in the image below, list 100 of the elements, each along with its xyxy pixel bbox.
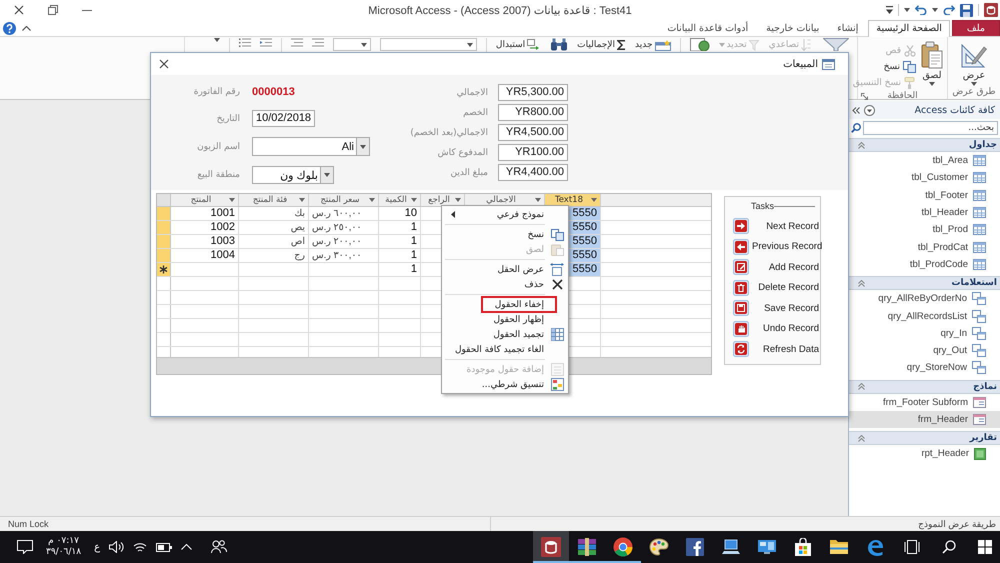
menu-item[interactable]: تجميد الحقول — [443, 327, 567, 342]
indent-icon[interactable] — [260, 38, 272, 47]
asterisk-icon — [159, 265, 168, 274]
column-header[interactable]: الكمية — [379, 194, 421, 206]
caret-icon[interactable] — [214, 38, 220, 42]
dropdown-button[interactable] — [356, 138, 369, 155]
task-view-icon[interactable] — [904, 540, 920, 554]
combo-box[interactable]: بلوك ون — [252, 166, 334, 184]
binoculars-icon[interactable] — [550, 38, 568, 51]
nav-item[interactable]: qry_StoreNow — [849, 359, 1000, 377]
nav-group-header[interactable]: تقارير — [849, 431, 1000, 446]
search-icon[interactable] — [851, 123, 861, 133]
ribbon-button[interactable]: عرض — [958, 40, 990, 87]
nav-item[interactable]: tbl_ProdCat — [849, 238, 1000, 256]
dropdown-circle-icon[interactable] — [864, 104, 875, 116]
ribbon-tab[interactable]: بيانات خارجية — [758, 20, 828, 36]
search-icon[interactable] — [942, 540, 956, 554]
chevron-up-icon[interactable] — [22, 26, 31, 30]
wifi-icon[interactable] — [133, 542, 148, 552]
caret-icon[interactable] — [904, 8, 910, 12]
task-button[interactable]: Undo Record — [733, 318, 819, 339]
ribbon-button[interactable]: نسخ — [852, 59, 916, 75]
help-icon[interactable] — [3, 22, 16, 34]
nav-item[interactable]: tbl_Footer — [849, 186, 1000, 204]
dropdown-field[interactable] — [380, 38, 477, 51]
close-icon[interactable] — [14, 5, 24, 15]
text-field[interactable]: 10/02/2018 — [252, 110, 315, 127]
ribbon-button[interactable]: جديد — [634, 38, 671, 52]
menu-item[interactable]: تنسيق شرطي... — [443, 377, 567, 392]
align-icon[interactable] — [290, 38, 303, 47]
record-selector[interactable] — [157, 263, 171, 276]
nav-item[interactable]: tbl_Area — [849, 152, 1000, 170]
caret-icon — [360, 144, 366, 148]
document-icon[interactable] — [690, 38, 710, 51]
restore-icon[interactable] — [48, 5, 58, 15]
language-indicator[interactable]: ع — [94, 542, 100, 552]
undo-icon[interactable] — [915, 5, 927, 15]
currency-field[interactable]: YR4,500.00 — [498, 124, 568, 141]
ribbon-tab[interactable]: إنشاء — [829, 20, 866, 36]
nav-item[interactable]: tbl_Prod — [849, 221, 1000, 238]
menu-item[interactable]: إظهار الحقول — [443, 312, 567, 327]
start-icon[interactable] — [978, 540, 992, 554]
column-header[interactable]: Text18 — [545, 194, 601, 206]
menu-item[interactable]: إخفاء الحقول — [443, 297, 567, 312]
menu-item[interactable]: الغاء تجميد كافة الحقول — [443, 342, 567, 357]
ribbon-button[interactable]: لصق — [919, 40, 945, 87]
file-tab[interactable]: ملف — [952, 20, 1000, 36]
nav-item[interactable]: qry_Out — [849, 342, 1000, 360]
nav-item[interactable]: tbl_Header — [849, 204, 1000, 222]
battery-icon[interactable] — [156, 542, 172, 552]
task-button[interactable]: Save Record — [733, 298, 819, 318]
nav-group-header[interactable]: جداول — [849, 138, 1000, 152]
nav-item[interactable]: tbl_Customer — [849, 169, 1000, 187]
nav-item[interactable]: qry_AllReByOrderNo — [849, 290, 1000, 308]
dialog-launcher-icon[interactable] — [861, 93, 868, 100]
nav-pane-title[interactable]: كافة كائنات Access — [914, 104, 995, 116]
caret-icon[interactable] — [932, 8, 938, 12]
column-header[interactable]: فئة المنتج — [239, 194, 309, 206]
column-header[interactable]: سعر المنتج — [309, 194, 379, 206]
dropdown-button[interactable] — [320, 167, 333, 183]
menu-item[interactable]: عرض الحقل — [443, 262, 567, 277]
nav-item[interactable]: frm_Footer Subform — [849, 394, 1000, 411]
ribbon-button[interactable]: استبدال — [496, 38, 542, 52]
task-button[interactable]: Add Record — [733, 257, 819, 278]
nav-item[interactable]: rpt_Header — [849, 445, 1000, 462]
nav-item[interactable]: qry_AllRecordsList — [849, 307, 1000, 325]
dropdown-field[interactable] — [332, 38, 371, 51]
ribbon-button[interactable]: الإجماليات — [577, 38, 626, 52]
nav-item[interactable]: tbl_ProdCode — [849, 256, 1000, 274]
task-button[interactable]: Delete Record — [733, 278, 819, 298]
speaker-icon[interactable] — [109, 541, 124, 553]
task-button[interactable]: Refresh Data — [733, 339, 819, 360]
currency-field[interactable]: YR4,400.00 — [498, 164, 568, 181]
nav-item[interactable]: qry_In — [849, 324, 1000, 342]
currency-field[interactable]: YR5,300.00 — [498, 84, 568, 101]
close-icon[interactable] — [159, 59, 169, 69]
ribbon-tab[interactable]: أدوات قاعدة البيانات — [659, 20, 756, 36]
double-chevron-icon[interactable] — [852, 106, 860, 114]
nav-item[interactable]: frm_Header — [849, 410, 1000, 428]
save-icon[interactable] — [960, 4, 973, 16]
menu-item[interactable]: حذف — [443, 277, 567, 292]
nav-group-header[interactable]: نماذج — [849, 380, 1000, 394]
notification-icon[interactable] — [17, 540, 33, 554]
ribbon-tab[interactable]: الصفحة الرئيسية — [868, 20, 950, 37]
taskbar-button[interactable] — [533, 531, 569, 563]
task-button[interactable]: Next Record — [733, 216, 819, 236]
currency-field[interactable]: YR100.00 — [498, 144, 568, 161]
list-icon[interactable] — [238, 38, 251, 47]
people-icon[interactable] — [211, 540, 228, 554]
align-icon[interactable] — [312, 38, 324, 47]
currency-field[interactable]: YR800.00 — [498, 104, 568, 121]
customize-icon[interactable] — [886, 6, 893, 14]
nav-group-header[interactable]: استعلامات — [849, 276, 1000, 290]
clock-date[interactable]: ٣٩/٠٦/١٨ — [46, 547, 82, 558]
trash-icon — [733, 280, 749, 296]
combo-box[interactable]: Ali — [252, 137, 370, 156]
database-icon[interactable] — [984, 3, 998, 17]
redo-icon[interactable] — [943, 5, 955, 15]
clock-time[interactable]: ٠٧:١٧ م — [48, 536, 79, 547]
search-field[interactable]: بحث... — [863, 121, 998, 135]
